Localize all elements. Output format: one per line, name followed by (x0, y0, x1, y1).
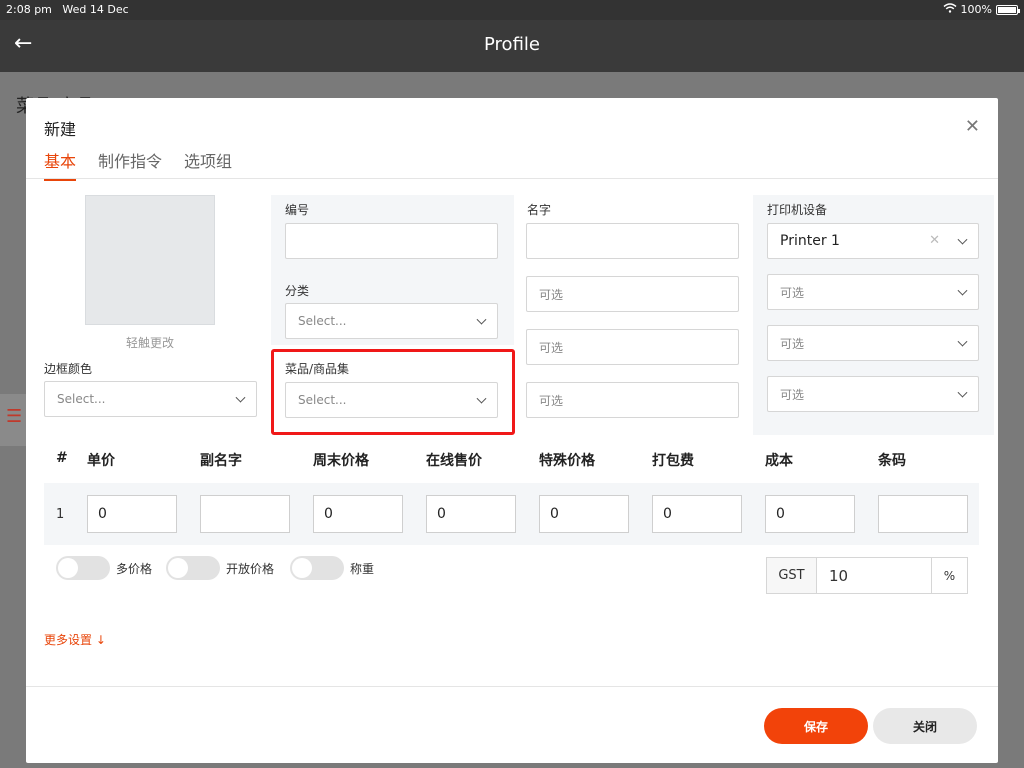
wifi-icon (943, 3, 957, 16)
chevron-down-icon (957, 387, 968, 398)
gst-field: GST 10 % (766, 557, 968, 594)
border-color-select[interactable]: Select... (44, 381, 257, 417)
printer-optional-select[interactable]: 可选 (767, 376, 979, 412)
chevron-down-icon (476, 314, 487, 325)
tab-prep-instructions[interactable]: 制作指令 (98, 148, 162, 181)
open-price-toggle-group: 开放价格 (166, 556, 274, 580)
highlight-box (271, 349, 515, 435)
col-header-packing-fee: 打包费 (652, 453, 694, 469)
chevron-down-icon (957, 234, 968, 245)
name-input[interactable] (526, 223, 739, 259)
col-header-number: # (56, 450, 68, 466)
printer-label: 打印机设备 (767, 203, 828, 217)
name-optional-input[interactable]: 可选 (526, 276, 739, 312)
name-label: 名字 (527, 203, 552, 217)
optional-placeholder: 可选 (539, 393, 564, 408)
barcode-input[interactable] (878, 495, 968, 533)
category-placeholder: Select... (298, 314, 347, 328)
sub-name-input[interactable] (200, 495, 290, 533)
status-bar: 2:08 pm Wed 14 Dec 100% (0, 0, 1024, 20)
dialog-title: 新建 (44, 120, 77, 139)
close-icon[interactable]: ✕ (965, 116, 980, 137)
optional-placeholder: 可选 (780, 387, 805, 402)
gst-label: GST (767, 558, 817, 593)
open-price-label: 开放价格 (226, 561, 275, 576)
col-header-sub-name: 副名字 (200, 453, 242, 469)
cost-input[interactable]: 0 (765, 495, 855, 533)
more-settings-link[interactable]: 更多设置 ↓ (44, 631, 106, 648)
multi-price-toggle-group: 多价格 (56, 556, 152, 580)
status-time: 2:08 pm Wed 14 Dec (6, 3, 129, 16)
footer-divider (26, 686, 998, 687)
optional-placeholder: 可选 (780, 285, 805, 300)
name-optional-input[interactable]: 可选 (526, 382, 739, 418)
border-color-placeholder: Select... (57, 392, 106, 406)
tab-bar: 基本 制作指令 选项组 (44, 148, 232, 181)
chevron-down-icon (957, 336, 968, 347)
col-header-online-price: 在线售价 (426, 453, 482, 469)
app-title: Profile (484, 34, 540, 55)
packing-fee-input[interactable]: 0 (652, 495, 742, 533)
battery-percent: 100% (960, 3, 992, 16)
optional-placeholder: 可选 (539, 287, 564, 302)
tab-divider (26, 178, 998, 179)
tab-basic[interactable]: 基本 (44, 148, 77, 181)
clear-icon[interactable]: ✕ (929, 233, 940, 248)
category-select[interactable]: Select... (285, 303, 498, 339)
row-number: 1 (56, 507, 65, 522)
category-label: 分类 (285, 284, 310, 298)
code-input[interactable] (285, 223, 498, 259)
battery-icon (996, 4, 1020, 15)
chevron-down-icon (235, 392, 246, 403)
code-label: 编号 (285, 203, 310, 217)
printer-optional-select[interactable]: 可选 (767, 274, 979, 310)
col-header-barcode: 条码 (878, 453, 906, 469)
open-price-toggle[interactable] (166, 556, 220, 580)
gst-unit: % (931, 558, 967, 593)
col-header-special-price: 特殊价格 (539, 453, 595, 469)
col-header-unit-price: 单价 (87, 453, 115, 469)
border-color-label: 边框颜色 (44, 362, 93, 376)
tab-option-groups[interactable]: 选项组 (184, 148, 232, 181)
weighing-toggle-group: 称重 (290, 556, 374, 580)
printer-selected-value: Printer 1 (780, 233, 840, 249)
col-header-weekend-price: 周末价格 (313, 453, 369, 469)
printer-optional-select[interactable]: 可选 (767, 325, 979, 361)
new-item-dialog: 新建 ✕ 基本 制作指令 选项组 轻触更改 边框颜色 Select... 编号 … (26, 98, 998, 763)
special-price-input[interactable]: 0 (539, 495, 629, 533)
image-caption: 轻触更改 (125, 336, 174, 350)
col-header-cost: 成本 (765, 453, 793, 469)
optional-placeholder: 可选 (539, 340, 564, 355)
save-button[interactable]: 保存 (764, 708, 868, 744)
name-optional-input[interactable]: 可选 (526, 329, 739, 365)
close-button[interactable]: 关闭 (873, 708, 977, 744)
weighing-label: 称重 (350, 561, 375, 576)
app-header: ← Profile (0, 20, 1024, 72)
weekend-price-input[interactable]: 0 (313, 495, 403, 533)
menu-icon: ☰ (6, 406, 23, 427)
gst-input[interactable]: 10 (817, 558, 931, 593)
unit-price-input[interactable]: 0 (87, 495, 177, 533)
multi-price-toggle[interactable] (56, 556, 110, 580)
chevron-down-icon (957, 285, 968, 296)
status-right: 100% (943, 3, 1020, 16)
weighing-toggle[interactable] (290, 556, 344, 580)
multi-price-label: 多价格 (116, 561, 153, 576)
optional-placeholder: 可选 (780, 336, 805, 351)
printer-select[interactable]: Printer 1 ✕ (767, 223, 979, 259)
online-price-input[interactable]: 0 (426, 495, 516, 533)
table-row: 1 0 0 0 0 0 0 (44, 483, 979, 545)
item-image-placeholder[interactable] (85, 195, 215, 325)
